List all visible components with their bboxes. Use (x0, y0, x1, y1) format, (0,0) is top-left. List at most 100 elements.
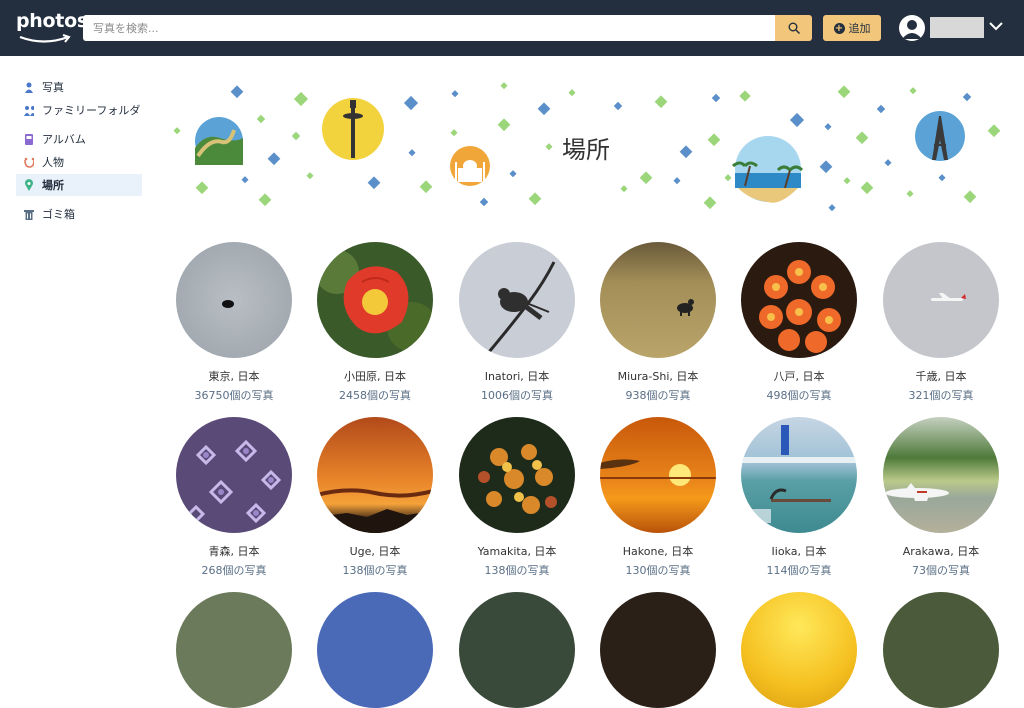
place-thumbnail (317, 592, 433, 708)
place-card[interactable]: 千歳, 日本 321個の写真 (883, 242, 999, 403)
search-icon (788, 22, 800, 34)
sidebar-item-label: 場所 (42, 179, 64, 192)
place-name: Miura-Shi, 日本 (617, 370, 699, 383)
place-card[interactable]: Uge, 日本 138個の写真 (317, 417, 433, 578)
place-thumbnail (600, 417, 716, 533)
place-card[interactable] (883, 592, 999, 708)
photo-count: 73個の写真 (912, 564, 970, 577)
search-button[interactable] (775, 15, 812, 41)
chevron-down-icon[interactable] (988, 20, 1004, 32)
place-thumbnail (176, 242, 292, 358)
sidebar-item-label: 写真 (42, 81, 64, 94)
logo-text: photos (16, 10, 88, 32)
space-needle-illustration (322, 98, 384, 160)
photo-count: 321個の写真 (908, 389, 974, 402)
person-icon (24, 82, 34, 93)
sidebar-item-photos[interactable]: 写真 (16, 76, 142, 98)
photo-count: 938個の写真 (625, 389, 691, 402)
place-name: 小田原, 日本 (344, 370, 406, 383)
place-name: 東京, 日本 (208, 370, 260, 383)
sidebar-item-label: アルバム (42, 133, 86, 146)
place-card[interactable]: Inatori, 日本 1006個の写真 (459, 242, 575, 403)
family-icon (24, 105, 34, 116)
place-card[interactable]: Miura-Shi, 日本 938個の写真 (600, 242, 716, 403)
photo-count: 130個の写真 (625, 564, 691, 577)
sidebar-item-trash[interactable]: ゴミ箱 (16, 203, 142, 225)
place-thumbnail (459, 242, 575, 358)
plus-icon: + (833, 22, 845, 34)
add-button[interactable]: + 追加 (823, 15, 881, 41)
user-avatar-icon (902, 20, 922, 39)
place-card[interactable] (741, 592, 857, 708)
place-card[interactable]: 青森, 日本 268個の写真 (176, 417, 292, 578)
place-card[interactable]: Iioka, 日本 114個の写真 (741, 417, 857, 578)
place-thumbnail (600, 242, 716, 358)
photo-count: 138個の写真 (484, 564, 550, 577)
places-banner: 場所 (170, 78, 1014, 218)
place-card[interactable]: Hakone, 日本 130個の写真 (600, 417, 716, 578)
place-card[interactable] (176, 592, 292, 708)
place-name: 八戸, 日本 (773, 370, 825, 383)
trash-icon (24, 209, 34, 220)
photo-count: 2458個の写真 (339, 389, 411, 402)
album-icon (24, 133, 34, 145)
place-thumbnail (317, 242, 433, 358)
place-card[interactable]: 八戸, 日本 498個の写真 (741, 242, 857, 403)
place-card[interactable]: Yamakita, 日本 138個の写真 (459, 417, 575, 578)
place-thumbnail (741, 592, 857, 708)
eiffel-tower-illustration (915, 111, 965, 161)
sidebar-item-people[interactable]: 人物 (16, 151, 142, 173)
page-title: 場所 (562, 136, 610, 164)
photo-count: 498個の写真 (766, 389, 832, 402)
place-thumbnail (883, 242, 999, 358)
place-thumbnail (459, 417, 575, 533)
place-card[interactable] (459, 592, 575, 708)
photo-count: 36750個の写真 (194, 389, 274, 402)
place-card[interactable]: 小田原, 日本 2458個の写真 (317, 242, 433, 403)
place-thumbnail (317, 417, 433, 533)
photos-logo[interactable]: photos (16, 10, 88, 46)
taj-mahal-illustration (450, 146, 490, 186)
photo-count: 1006個の写真 (481, 389, 553, 402)
place-thumbnail (883, 417, 999, 533)
place-card[interactable] (317, 592, 433, 708)
sidebar-item-albums[interactable]: アルバム (16, 128, 142, 150)
place-name: Iioka, 日本 (771, 545, 827, 558)
sidebar-item-family-folder[interactable]: ファミリーフォルダ (16, 99, 142, 121)
user-avatar[interactable] (899, 15, 925, 41)
place-name: Uge, 日本 (349, 545, 401, 558)
place-name: 青森, 日本 (208, 545, 260, 558)
place-thumbnail (600, 592, 716, 708)
place-card[interactable] (600, 592, 716, 708)
place-thumbnail (883, 592, 999, 708)
sidebar-item-label: ファミリーフォルダ (42, 104, 141, 117)
beach-illustration (732, 136, 804, 203)
face-icon (24, 157, 34, 168)
place-card[interactable]: 東京, 日本 36750個の写真 (176, 242, 292, 403)
pin-icon (24, 179, 34, 191)
sidebar: 写真 ファミリーフォルダ アルバム 人物 場所 ゴミ箱 (16, 76, 142, 226)
place-thumbnail (741, 242, 857, 358)
photo-count: 114個の写真 (766, 564, 832, 577)
top-bar: photos + 追加 (0, 0, 1024, 56)
smile-arrow-icon (19, 34, 71, 43)
add-button-label: 追加 (848, 22, 871, 35)
place-thumbnail (176, 592, 292, 708)
sidebar-item-label: ゴミ箱 (42, 208, 75, 221)
sidebar-item-places[interactable]: 場所 (16, 174, 142, 196)
place-thumbnail (459, 592, 575, 708)
place-name: Arakawa, 日本 (902, 545, 980, 558)
account-name-redacted[interactable] (930, 17, 984, 38)
photo-count: 138個の写真 (342, 564, 408, 577)
place-name: Hakone, 日本 (622, 545, 694, 558)
great-wall-illustration (195, 117, 243, 165)
photo-count: 268個の写真 (201, 564, 267, 577)
search-input[interactable] (83, 15, 775, 41)
place-name: Inatori, 日本 (484, 370, 550, 383)
place-thumbnail (176, 417, 292, 533)
place-card[interactable]: Arakawa, 日本 73個の写真 (883, 417, 999, 578)
place-name: 千歳, 日本 (915, 370, 967, 383)
place-thumbnail (741, 417, 857, 533)
place-name: Yamakita, 日本 (477, 545, 557, 558)
sidebar-item-label: 人物 (42, 156, 64, 169)
